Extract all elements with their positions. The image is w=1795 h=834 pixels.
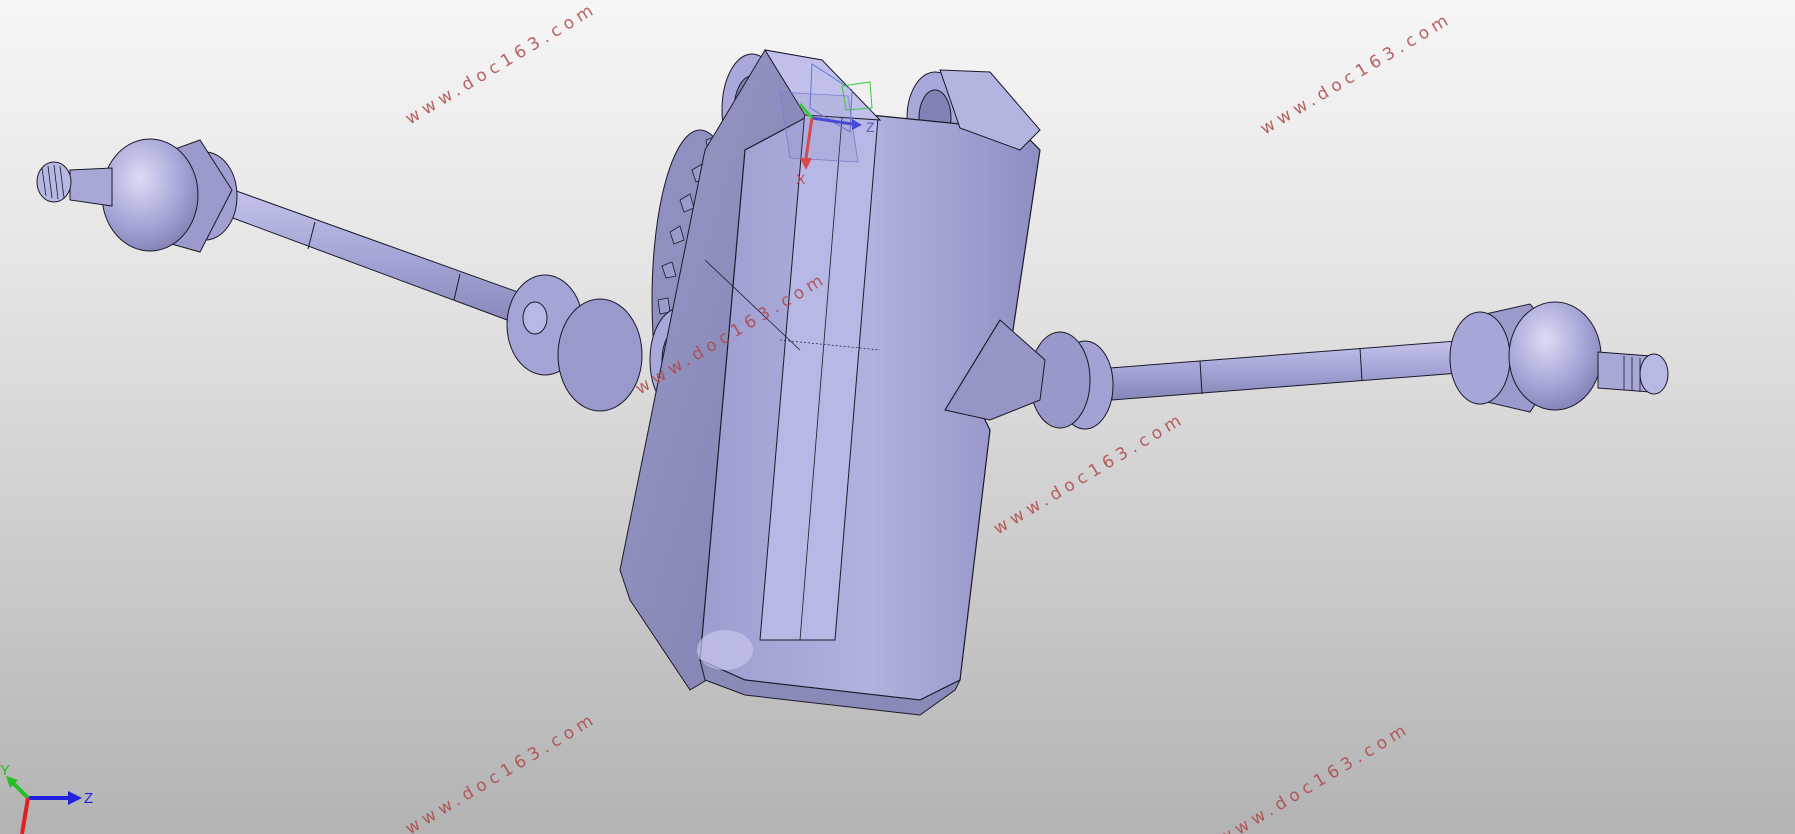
- local-axis-x-label: X: [796, 171, 806, 187]
- local-axis-z-label: Z: [866, 119, 875, 135]
- triad-z-label: Z: [84, 790, 94, 807]
- cad-model[interactable]: Z X: [0, 0, 1795, 834]
- triad-y-label: Y: [0, 762, 11, 779]
- left-drive-shaft[interactable]: [36, 138, 643, 412]
- orientation-triad[interactable]: Z Y: [0, 752, 110, 834]
- right-drive-shaft[interactable]: [1029, 301, 1669, 430]
- 3d-viewport[interactable]: Z X www.doc163.com www.doc163.com www.do…: [0, 0, 1795, 834]
